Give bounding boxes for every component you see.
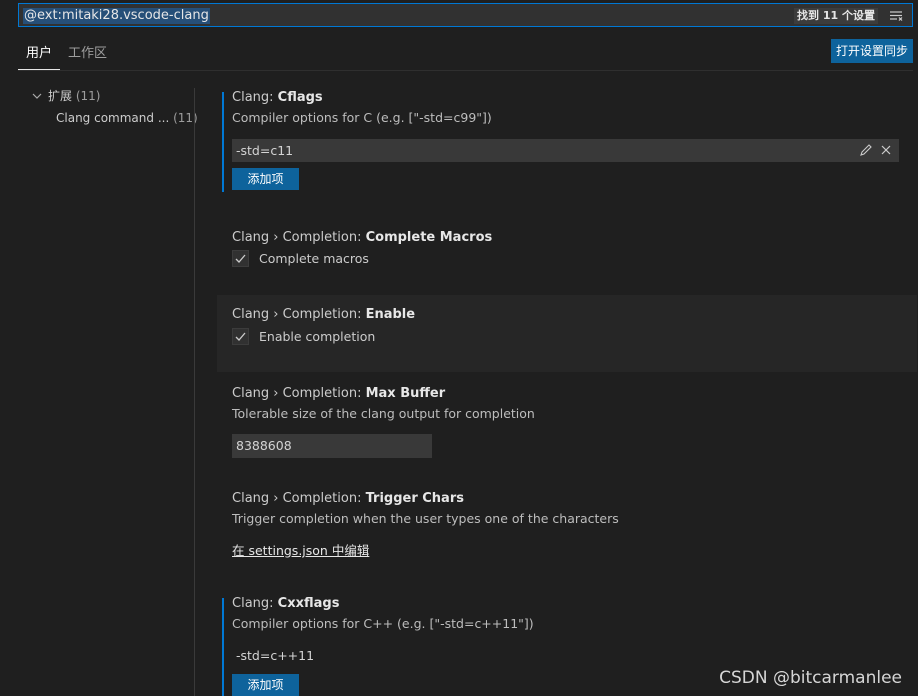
checkbox-label: Complete macros [259,251,369,266]
setting-description: Tolerable size of the clang output for c… [232,406,535,421]
max-buffer-input[interactable]: 8388608 [232,434,432,458]
setting-trigger-chars: Clang › Completion: Trigger Chars Trigge… [217,489,917,569]
setting-title: Clang › Completion: Complete Macros [232,230,493,245]
complete-macros-checkbox[interactable] [232,250,249,267]
setting-title: Clang: Cflags [232,90,323,105]
list-item-value: -std=c11 [236,143,294,158]
setting-title: Clang: Cxxflags [232,596,340,611]
setting-cflags: Clang: Cflags Compiler options for C (e.… [217,88,917,198]
setting-title: Clang › Completion: Trigger Chars [232,491,464,506]
settings-search-input[interactable]: @ext:mitaki28.vscode-clang 找到 11 个设置 [18,3,913,27]
add-item-button[interactable]: 添加项 [232,168,299,190]
checkbox-label: Enable completion [259,329,376,344]
toc-group-extensions[interactable]: 扩展 (11) [48,88,100,104]
filter-list-icon[interactable] [888,8,904,24]
checkmark-icon [235,332,246,341]
toc-group-count: (11) [75,89,101,103]
active-tab-indicator [18,69,60,70]
add-item-button[interactable]: 添加项 [232,674,299,696]
settings-sync-button[interactable]: 打开设置同步 [830,39,913,63]
toc-divider [194,88,195,696]
toc-item-clang[interactable]: Clang command ... (11) [56,110,198,126]
watermark: CSDN @bitcarmanlee [719,668,902,688]
tab-workspace[interactable]: 工作区 [68,45,107,63]
edit-in-settings-json-link[interactable]: 在 settings.json 中编辑 [232,542,369,560]
search-result-count: 找到 11 个设置 [794,8,878,24]
list-item[interactable]: -std=c11 [232,139,899,162]
settings-scope-tabs: 用户 工作区 [18,38,913,71]
setting-title: Clang › Completion: Enable [232,307,416,322]
setting-max-buffer: Clang › Completion: Max Buffer Tolerable… [217,384,917,464]
setting-description: Compiler options for C (e.g. ["-std=c99"… [232,110,492,125]
setting-description: Trigger completion when the user types o… [232,511,619,526]
close-icon[interactable] [879,143,893,157]
enable-completion-checkbox[interactable] [232,328,249,345]
setting-title: Clang › Completion: Max Buffer [232,386,446,401]
setting-completion-enable: Clang › Completion: Enable Enable comple… [217,295,917,372]
tab-user[interactable]: 用户 [26,45,52,63]
toc-group-label: 扩展 [48,89,73,103]
setting-description: Compiler options for C++ (e.g. ["-std=c+… [232,616,534,631]
checkmark-icon [235,254,246,263]
toc-item-label: Clang command ... [56,111,170,125]
setting-complete-macros: Clang › Completion: Complete Macros Comp… [217,228,917,288]
search-query-text: @ext:mitaki28.vscode-clang [23,8,210,24]
chevron-down-icon[interactable] [32,91,42,101]
list-item-value[interactable]: -std=c++11 [236,647,314,665]
edit-pencil-icon[interactable] [859,143,873,157]
